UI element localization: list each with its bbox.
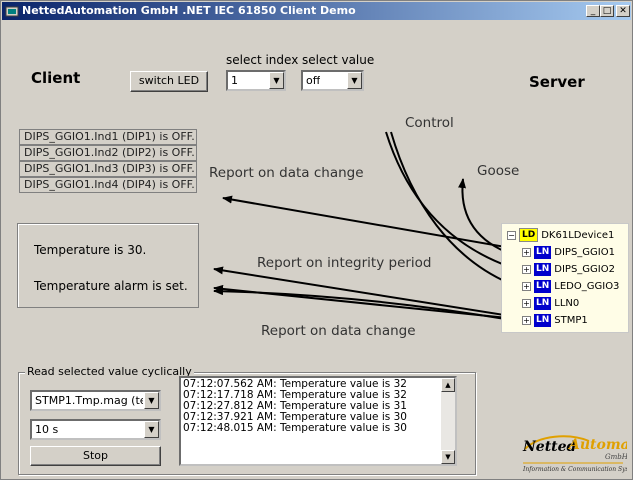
svg-text:Information & Communication Sy: Information & Communication Systems bbox=[522, 466, 627, 473]
cyclic-value-dropdown[interactable]: STMP1.Tmp.mag (temperat ▼ bbox=[30, 390, 161, 411]
tree-item-ledo-ggio3[interactable]: + LN LEDO_GGIO3 bbox=[522, 279, 619, 295]
expand-icon[interactable]: + bbox=[522, 298, 531, 308]
control-label: Control bbox=[405, 115, 454, 131]
chevron-down-icon[interactable]: ▼ bbox=[144, 421, 159, 438]
log-line: 07:12:48.015 AM: Temperature value is 30 bbox=[183, 422, 407, 434]
logo-graphic: Netted Automation GmbH Information & Com… bbox=[522, 435, 632, 473]
ld-icon: LD bbox=[519, 228, 539, 242]
scroll-up-icon[interactable]: ▲ bbox=[441, 378, 455, 392]
tree-item-stmp1[interactable]: + LN STMP1 bbox=[522, 313, 588, 329]
log-scrollbar[interactable]: ▲ ▼ bbox=[441, 378, 455, 464]
report-data-change-label: Report on data change bbox=[209, 165, 364, 181]
collapse-icon[interactable]: − bbox=[507, 230, 516, 240]
tree-item-lln0[interactable]: + LN LLN0 bbox=[522, 296, 579, 312]
tree-item-label: LLN0 bbox=[554, 298, 580, 309]
expand-icon[interactable]: + bbox=[522, 315, 531, 325]
stop-button[interactable]: Stop bbox=[30, 446, 161, 466]
cyclic-log-list[interactable]: 07:12:07.562 AM: Temperature value is 32… bbox=[179, 376, 457, 466]
chevron-down-icon[interactable]: ▼ bbox=[144, 392, 159, 409]
tree-item-dips-ggio2[interactable]: + LN DIPS_GGIO2 bbox=[522, 262, 615, 278]
expand-icon[interactable]: + bbox=[522, 264, 531, 274]
company-logo: Netted Automation GmbH Information & Com… bbox=[519, 429, 632, 477]
expand-icon[interactable]: + bbox=[522, 247, 531, 257]
expand-icon[interactable]: + bbox=[522, 281, 531, 291]
control-arrow bbox=[385, 131, 517, 270]
cyclic-value-text: STMP1.Tmp.mag (temperat bbox=[35, 394, 143, 407]
goose-label: Goose bbox=[477, 163, 520, 179]
report-integrity-label: Report on integrity period bbox=[257, 255, 432, 271]
svg-text:GmbH: GmbH bbox=[605, 453, 627, 461]
report-data-change-label-2: Report on data change bbox=[261, 323, 416, 339]
tree-item-dips-ggio1[interactable]: + LN DIPS_GGIO1 bbox=[522, 245, 615, 261]
tree-item-label: DIPS_GGIO2 bbox=[554, 264, 615, 275]
svg-text:Automation: Automation bbox=[567, 437, 627, 453]
tree-item-label: STMP1 bbox=[554, 315, 588, 326]
ln-icon: LN bbox=[534, 279, 552, 293]
report-data-change-arrow bbox=[222, 195, 518, 250]
ln-icon: LN bbox=[534, 262, 552, 276]
cyclic-interval-text: 10 s bbox=[35, 423, 59, 436]
ln-icon: LN bbox=[534, 313, 552, 327]
cyclic-interval-dropdown[interactable]: 10 s ▼ bbox=[30, 419, 161, 440]
tree-root-ldevice[interactable]: − LD DK61LDevice1 bbox=[507, 228, 614, 244]
main-window: NettedAutomation GmbH .NET IEC 61850 Cli… bbox=[0, 0, 633, 480]
tree-root-label: DK61LDevice1 bbox=[541, 230, 615, 241]
scroll-down-icon[interactable]: ▼ bbox=[441, 450, 455, 464]
report-data-change-arrow-2 bbox=[213, 287, 518, 322]
tree-item-label: LEDO_GGIO3 bbox=[554, 281, 620, 292]
ln-icon: LN bbox=[534, 245, 552, 259]
tree-item-label: DIPS_GGIO1 bbox=[554, 247, 615, 258]
server-tree[interactable]: − LD DK61LDevice1 + LN DIPS_GGIO1 + LN DIPS_GG… bbox=[501, 223, 629, 333]
ln-icon: LN bbox=[534, 296, 552, 310]
cyclic-read-group-title: Read selected value cyclically bbox=[25, 365, 194, 378]
